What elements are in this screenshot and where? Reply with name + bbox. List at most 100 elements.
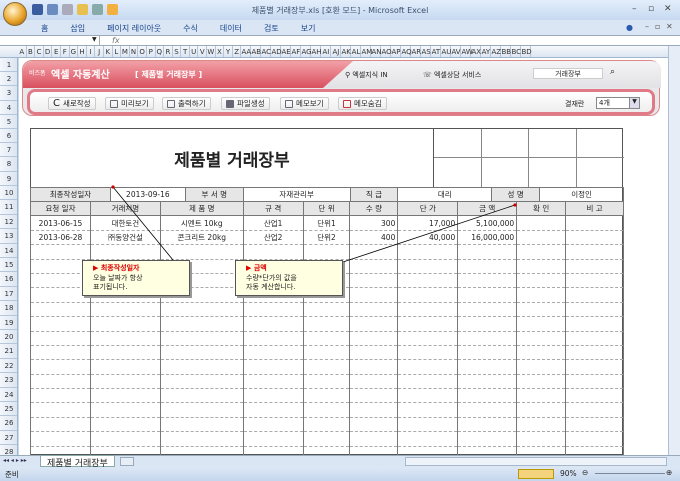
column-header[interactable]: AD	[271, 46, 282, 57]
column-header[interactable]: S	[173, 46, 182, 57]
row-header[interactable]: 6	[0, 129, 17, 144]
column-header[interactable]: AZ	[491, 46, 502, 57]
column-header[interactable]: I	[87, 46, 96, 57]
row-header[interactable]: 10	[0, 186, 17, 201]
tab-insert[interactable]: 삽입	[59, 20, 96, 35]
column-header[interactable]: Q	[156, 46, 165, 57]
column-header[interactable]: AY	[481, 46, 492, 57]
column-header[interactable]: AO	[381, 46, 392, 57]
worksheet[interactable]: 비즈폼 엑셀 자동계산 [ 제품별 거래장부 ] ⚲ 엑셀지식 IN ☏ 엑셀상…	[19, 58, 668, 455]
fx-icon[interactable]: fx	[112, 36, 120, 45]
tab-view[interactable]: 보기	[290, 20, 327, 35]
insert-sheet-icon[interactable]	[120, 457, 134, 466]
view-buttons[interactable]	[518, 469, 554, 479]
row-header[interactable]: 11	[0, 200, 17, 215]
column-header[interactable]: AK	[341, 46, 352, 57]
row-header[interactable]: 7	[0, 143, 17, 158]
column-header[interactable]: J	[95, 46, 104, 57]
column-header[interactable]: AP	[391, 46, 402, 57]
close-icon[interactable]: ✕	[664, 4, 672, 14]
row-header[interactable]: 17	[0, 287, 17, 302]
column-header[interactable]: T	[181, 46, 190, 57]
ribbon-close-icon[interactable]: ✕	[666, 22, 673, 31]
row-header[interactable]: 19	[0, 316, 17, 330]
column-header[interactable]: B	[27, 46, 36, 57]
column-header[interactable]: V	[198, 46, 208, 57]
column-header[interactable]: AB	[251, 46, 262, 57]
row-header[interactable]: 13	[0, 229, 17, 244]
zoom-in-icon[interactable]: ⊕	[666, 468, 672, 477]
column-header[interactable]: AV	[451, 46, 462, 57]
column-header[interactable]: AF	[291, 46, 302, 57]
row-header[interactable]: 21	[0, 344, 17, 359]
column-header[interactable]: Y	[224, 46, 233, 57]
column-header[interactable]: U	[190, 46, 199, 57]
column-header[interactable]: L	[113, 46, 122, 57]
tab-page-layout[interactable]: 페이지 레이아웃	[96, 20, 172, 35]
row-header[interactable]: 9	[0, 172, 17, 186]
column-header[interactable]: N	[130, 46, 139, 57]
row-header[interactable]: 20	[0, 330, 17, 345]
vertical-scrollbar[interactable]	[668, 46, 680, 455]
column-header[interactable]: BB	[501, 46, 512, 57]
column-header[interactable]: AG	[301, 46, 312, 57]
column-header[interactable]: W	[207, 46, 216, 57]
tab-review[interactable]: 검토	[253, 20, 290, 35]
column-header[interactable]: BC	[511, 46, 522, 57]
column-header[interactable]: AU	[441, 46, 452, 57]
row-header[interactable]: 3	[0, 86, 17, 101]
chevron-down-icon[interactable]: ▼	[92, 36, 97, 43]
column-header[interactable]: F	[61, 46, 70, 57]
office-button[interactable]	[3, 2, 27, 26]
column-header[interactable]: X	[216, 46, 225, 57]
ribbon-restore-icon[interactable]: ▫	[655, 22, 660, 31]
row-header[interactable]: 24	[0, 388, 17, 402]
row-header[interactable]: 23	[0, 373, 17, 388]
row-header[interactable]: 2	[0, 72, 17, 87]
zoom-slider[interactable]	[595, 473, 665, 474]
column-header[interactable]: A	[18, 46, 27, 57]
column-header[interactable]: AI	[321, 46, 332, 57]
row-header[interactable]: 16	[0, 272, 17, 287]
column-header[interactable]: AQ	[401, 46, 412, 57]
column-header[interactable]: P	[147, 46, 156, 57]
row-header[interactable]: 14	[0, 244, 17, 258]
column-header[interactable]: AR	[411, 46, 422, 57]
row-header[interactable]: 4	[0, 101, 17, 115]
column-header[interactable]: AN	[371, 46, 381, 57]
sheet-nav-icons[interactable]: ◂◂ ◂ ▸ ▸▸	[3, 457, 27, 464]
column-header[interactable]: AE	[281, 46, 292, 57]
row-header[interactable]: 12	[0, 215, 17, 230]
row-header[interactable]: 15	[0, 258, 17, 273]
column-header[interactable]: AJ	[331, 46, 342, 57]
column-header[interactable]: D	[44, 46, 53, 57]
comment-box-amount[interactable]: ▶ 금액 수량*단가의 값을 자동 계산합니다.	[235, 260, 343, 296]
row-header[interactable]: 22	[0, 359, 17, 374]
tab-formulas[interactable]: 수식	[172, 20, 209, 35]
sheet-tab-active[interactable]: 제품별 거래장부	[40, 455, 115, 469]
row-header[interactable]: 26	[0, 416, 17, 431]
tab-home[interactable]: 홈	[30, 20, 59, 35]
column-header[interactable]: Z	[233, 46, 242, 57]
zoom-level[interactable]: 90%	[560, 469, 577, 478]
tab-data[interactable]: 데이터	[209, 20, 253, 35]
row-header[interactable]: 18	[0, 301, 17, 316]
column-header[interactable]: AS	[421, 46, 432, 57]
column-header[interactable]: AX	[471, 46, 482, 57]
help-icon[interactable]: ●	[626, 23, 633, 32]
column-header[interactable]: G	[70, 46, 79, 57]
row-header[interactable]: 28	[0, 445, 17, 455]
horizontal-scrollbar[interactable]	[405, 457, 667, 466]
column-header[interactable]: C	[35, 46, 44, 57]
column-header[interactable]: AT	[431, 46, 442, 57]
column-header[interactable]: AC	[261, 46, 272, 57]
row-header[interactable]: 25	[0, 402, 17, 417]
maximize-icon[interactable]: ▫	[648, 4, 654, 14]
column-header[interactable]: AM	[361, 46, 372, 57]
column-header[interactable]: AH	[311, 46, 322, 57]
column-header[interactable]: E	[52, 46, 61, 57]
formula-input[interactable]	[130, 36, 665, 46]
column-header[interactable]: BD	[521, 46, 532, 57]
comment-box-date[interactable]: ▶ 최종작성일자 오늘 날짜가 항상 표기됩니다.	[82, 260, 190, 296]
column-header[interactable]: AA	[241, 46, 252, 57]
